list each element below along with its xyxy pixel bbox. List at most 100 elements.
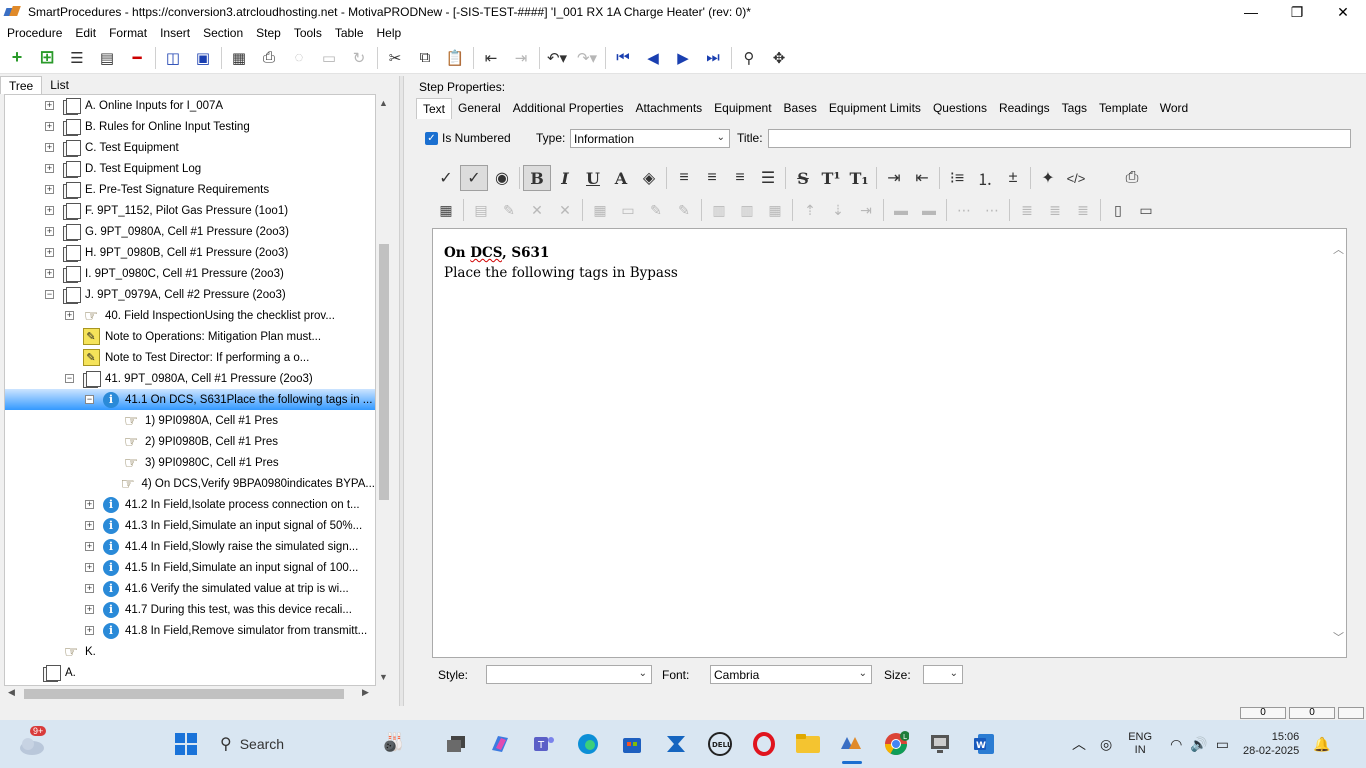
- insert-row-below-icon[interactable]: ⇣: [824, 197, 852, 223]
- tree-node[interactable]: A.: [5, 662, 375, 683]
- tab-list[interactable]: List: [42, 76, 77, 94]
- refresh-icon[interactable]: ◌: [287, 46, 311, 70]
- insert-row-above-icon[interactable]: ⇡: [796, 197, 824, 223]
- teams-icon[interactable]: T: [528, 728, 560, 760]
- bold-icon[interactable]: B: [523, 165, 551, 191]
- menu-procedure[interactable]: Procedure: [7, 26, 62, 40]
- smartprocedures-taskbar-icon[interactable]: [836, 728, 868, 764]
- tab-text[interactable]: Text: [416, 98, 453, 119]
- tree-node[interactable]: 2) 9PI0980B, Cell #1 Pres: [5, 431, 375, 452]
- menu-tools[interactable]: Tools: [294, 26, 322, 40]
- tab-tree[interactable]: Tree: [0, 76, 43, 94]
- first-icon[interactable]: ⏮: [611, 46, 635, 70]
- tree-node[interactable]: − J. 9PT_0979A, Cell #2 Pressure (2oo3): [5, 284, 375, 305]
- tree-node[interactable]: − 41.1 On DCS, S631Place the following ta…: [5, 389, 375, 410]
- menu-section[interactable]: Section: [203, 26, 243, 40]
- tree-node[interactable]: +41.8 In Field,Remove simulator from tra…: [5, 620, 375, 641]
- next-icon[interactable]: ▶: [671, 46, 695, 70]
- add-child-icon[interactable]: ⊞: [35, 46, 59, 70]
- align-top-icon[interactable]: ≣: [1013, 197, 1041, 223]
- highlight-icon[interactable]: ◈: [635, 165, 663, 191]
- expand-icon[interactable]: +: [85, 542, 94, 551]
- battery-icon[interactable]: ▭: [1216, 736, 1229, 753]
- magic-wand-icon[interactable]: ✦: [1034, 165, 1062, 191]
- edge-icon[interactable]: [572, 728, 604, 760]
- misspelled-word[interactable]: DCS: [470, 245, 502, 261]
- expand-icon[interactable]: +: [45, 185, 54, 194]
- tree-node[interactable]: 1) 9PI0980A, Cell #1 Pres: [5, 410, 375, 431]
- tab-readings[interactable]: Readings: [993, 98, 1056, 119]
- distribute-rows-icon[interactable]: ⋯: [978, 197, 1006, 223]
- tab-attachments[interactable]: Attachments: [629, 98, 708, 119]
- tree-node[interactable]: +40. Field InspectionUsing the checklist…: [5, 305, 375, 326]
- menu-edit[interactable]: Edit: [75, 26, 96, 40]
- tree-node[interactable]: + H. 9PT_0980B, Cell #1 Pressure (2oo3): [5, 242, 375, 263]
- tree-node[interactable]: 3) 9PI0980C, Cell #1 Pres: [5, 452, 375, 473]
- align-right-icon[interactable]: ≡: [726, 165, 754, 191]
- minimize-button[interactable]: —: [1228, 0, 1274, 24]
- weather-widget-icon[interactable]: 9+: [16, 726, 48, 760]
- panel-splitter[interactable]: [399, 76, 404, 706]
- tree-node[interactable]: +41.6 Verify the simulated value at trip…: [5, 578, 375, 599]
- expand-icon[interactable]: +: [85, 521, 94, 530]
- cell-format-icon[interactable]: ✎: [670, 197, 698, 223]
- undo-icon[interactable]: ↶▾: [545, 46, 569, 70]
- expand-icon[interactable]: +: [45, 164, 54, 173]
- scroll-thumb[interactable]: [379, 244, 389, 500]
- title-input[interactable]: [768, 129, 1351, 148]
- tab-tags[interactable]: Tags: [1056, 98, 1093, 119]
- tree-vertical-scrollbar[interactable]: ▲ ▼: [376, 94, 392, 686]
- notifications-icon[interactable]: 🔔: [1313, 736, 1330, 753]
- delete-row-icon[interactable]: ⇥: [852, 197, 880, 223]
- spell-check-icon[interactable]: ✓: [432, 165, 460, 191]
- superscript-icon[interactable]: T¹: [817, 165, 845, 191]
- redo-dropdown-icon[interactable]: ↷▾: [575, 46, 599, 70]
- distribute-columns-icon[interactable]: ⋯: [950, 197, 978, 223]
- remove-icon[interactable]: ━: [125, 46, 149, 70]
- task-view-icon[interactable]: [440, 728, 472, 760]
- print-icon[interactable]: ⎙: [257, 46, 281, 70]
- dell-icon[interactable]: DELL: [704, 728, 736, 760]
- expand-icon[interactable]: +: [65, 311, 74, 320]
- size-select[interactable]: ⌄: [923, 665, 963, 684]
- collapse-icon[interactable]: −: [65, 374, 74, 383]
- strikethrough-icon[interactable]: S: [789, 165, 817, 191]
- expand-icon[interactable]: +: [85, 500, 94, 509]
- font-color-icon[interactable]: A: [607, 165, 635, 191]
- add-icon[interactable]: +: [5, 46, 29, 70]
- menu-insert[interactable]: Insert: [160, 26, 190, 40]
- word-icon[interactable]: W: [968, 728, 1000, 760]
- window-icon[interactable]: ▭: [317, 46, 341, 70]
- start-icon[interactable]: [170, 728, 202, 760]
- move-icon[interactable]: ✥: [767, 46, 791, 70]
- language-indicator[interactable]: ENG IN: [1128, 731, 1152, 757]
- expand-icon[interactable]: +: [45, 122, 54, 131]
- align-center-icon[interactable]: ≡: [698, 165, 726, 191]
- expand-icon[interactable]: +: [85, 626, 94, 635]
- tree-node[interactable]: Note to Test Director: If performing a o…: [5, 347, 375, 368]
- remote-desktop-icon[interactable]: [924, 728, 956, 760]
- tab-equipment[interactable]: Equipment: [708, 98, 777, 119]
- publish-icon[interactable]: ▦: [227, 46, 251, 70]
- justify-icon[interactable]: ☰: [754, 165, 782, 191]
- chrome-icon[interactable]: L: [880, 728, 912, 760]
- expand-icon[interactable]: +: [45, 269, 54, 278]
- cell-properties-icon[interactable]: ▦: [586, 197, 614, 223]
- taskbar-search[interactable]: ⚲ Search 🎳: [210, 728, 440, 760]
- cell-edit-icon[interactable]: ▭: [614, 197, 642, 223]
- tree-node[interactable]: + I. 9PT_0980C, Cell #1 Pressure (2oo3): [5, 263, 375, 284]
- font-select[interactable]: Cambria ⌄: [710, 665, 872, 684]
- expand-icon[interactable]: +: [85, 605, 94, 614]
- underline-icon[interactable]: U: [579, 165, 607, 191]
- tab-template[interactable]: Template: [1093, 98, 1154, 119]
- split-cell-icon[interactable]: ▬: [887, 197, 915, 223]
- tab-additional-properties[interactable]: Additional Properties: [507, 98, 630, 119]
- color-wheel-icon[interactable]: ◉: [488, 165, 516, 191]
- scroll-down-icon[interactable]: ▼: [379, 672, 388, 682]
- tree-node[interactable]: Note to Operations: Mitigation Plan must…: [5, 326, 375, 347]
- tree-node[interactable]: +41.4 In Field,Slowly raise the simulate…: [5, 536, 375, 557]
- decrease-indent-icon[interactable]: ⇤: [908, 165, 936, 191]
- outdent-icon[interactable]: ⇤: [479, 46, 503, 70]
- procedure-tree[interactable]: + A. Online Inputs for I_007A + B. Rules fo…: [4, 94, 376, 686]
- tree-node[interactable]: +41.5 In Field,Simulate an input signal …: [5, 557, 375, 578]
